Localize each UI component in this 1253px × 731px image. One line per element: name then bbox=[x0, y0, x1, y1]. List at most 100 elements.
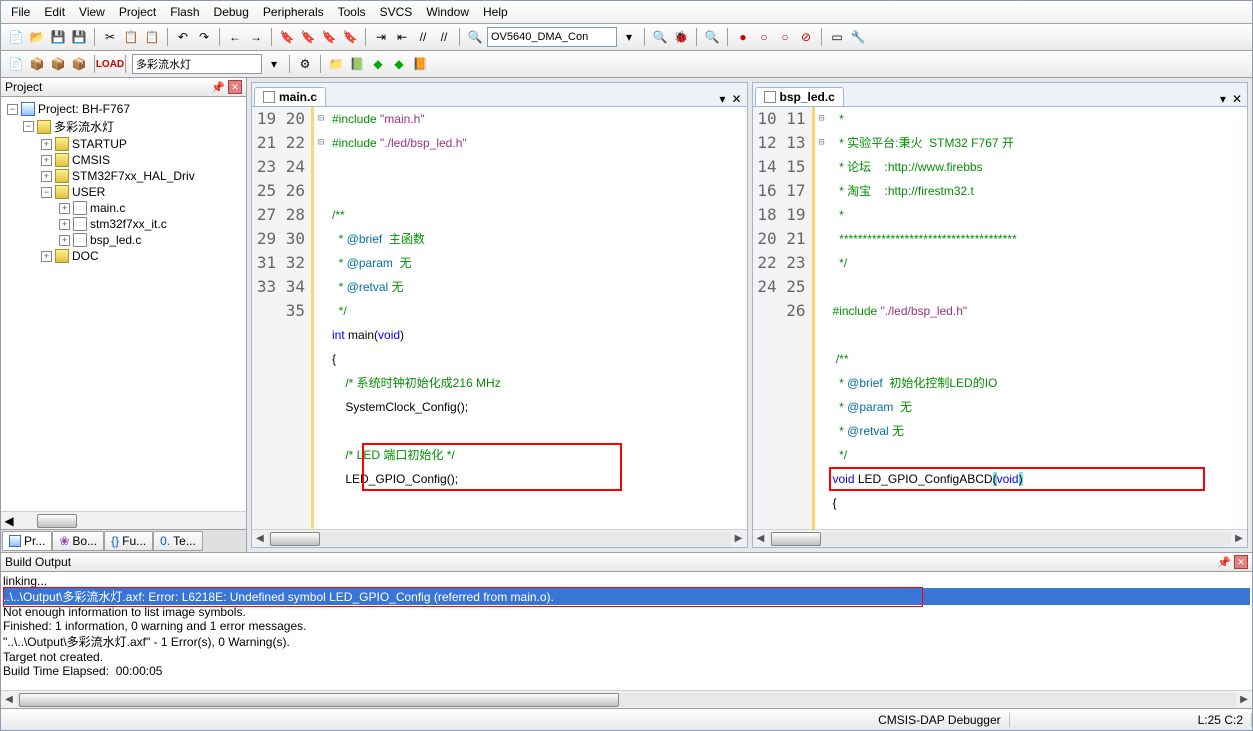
editor-right-hscroll[interactable]: ◀▶ bbox=[753, 529, 1248, 547]
config-icon[interactable]: 📙 bbox=[411, 55, 429, 73]
translate-icon[interactable]: 📄 bbox=[7, 55, 25, 73]
group-cmsis[interactable]: +CMSIS bbox=[5, 152, 242, 168]
breakpoint-enable-icon[interactable]: ○ bbox=[755, 28, 773, 46]
bookmark-prev-icon[interactable]: 🔖 bbox=[299, 28, 317, 46]
pin-icon[interactable]: 📌 bbox=[1217, 556, 1231, 569]
build-hscroll[interactable]: ◀▶ bbox=[1, 690, 1252, 708]
build-icon[interactable]: 📦 bbox=[28, 55, 46, 73]
main-toolbar: 📄 📂 💾 💾 ✂ 📋 📋 ↶ ↷ ← → 🔖 🔖 🔖 🔖 ⇥ ⇤ // // … bbox=[1, 24, 1252, 51]
menu-debug[interactable]: Debug bbox=[214, 5, 249, 19]
build-line[interactable]: "..\..\Output\多彩流水灯.axf" - 1 Error(s), 0… bbox=[3, 633, 1250, 650]
zoom-icon[interactable]: 🔍 bbox=[703, 28, 721, 46]
close-panel-icon[interactable]: ✕ bbox=[228, 80, 242, 94]
editor-right-tab[interactable]: bsp_led.c bbox=[755, 87, 844, 106]
indent-icon[interactable]: ⇥ bbox=[372, 28, 390, 46]
build-line[interactable]: Build Time Elapsed: 00:00:05 bbox=[3, 664, 1250, 678]
rebuild-icon[interactable]: 📦 bbox=[49, 55, 67, 73]
target-dropdown-icon[interactable]: ▾ bbox=[265, 55, 283, 73]
undo-icon[interactable]: ↶ bbox=[174, 28, 192, 46]
tab-books[interactable]: ❀Bo... bbox=[52, 531, 104, 551]
build-line[interactable]: Finished: 1 information, 0 warning and 1… bbox=[3, 619, 1250, 633]
menu-view[interactable]: View bbox=[79, 5, 105, 19]
pack-icon[interactable]: ◆ bbox=[369, 55, 387, 73]
dropdown-icon[interactable]: ▾ bbox=[620, 28, 638, 46]
editor-left-hscroll[interactable]: ◀▶ bbox=[252, 529, 747, 547]
cut-icon[interactable]: ✂ bbox=[101, 28, 119, 46]
close-panel-icon[interactable]: ✕ bbox=[1234, 555, 1248, 569]
menu-window[interactable]: Window bbox=[426, 5, 469, 19]
copy-icon[interactable]: 📋 bbox=[122, 28, 140, 46]
build-line[interactable]: ..\..\Output\多彩流水灯.axf: Error: L6218E: U… bbox=[3, 588, 1250, 605]
group-user[interactable]: −USER bbox=[5, 184, 242, 200]
build-panel-header: Build Output 📌 ✕ bbox=[1, 553, 1252, 572]
menu-help[interactable]: Help bbox=[483, 5, 508, 19]
find-in-files-icon[interactable]: 🔍 bbox=[651, 28, 669, 46]
paste-icon[interactable]: 📋 bbox=[143, 28, 161, 46]
menu-peripherals[interactable]: Peripherals bbox=[263, 5, 324, 19]
download-icon[interactable]: LOAD bbox=[101, 55, 119, 73]
editor-dropdown-icon[interactable]: ▾ bbox=[716, 92, 728, 106]
pin-icon[interactable]: 📌 bbox=[211, 81, 225, 94]
group-startup[interactable]: +STARTUP bbox=[5, 136, 242, 152]
comment-icon[interactable]: // bbox=[414, 28, 432, 46]
target-combo[interactable] bbox=[132, 54, 262, 74]
editor-right-code[interactable]: 10 11 12 13 14 15 16 17 18 19 20 21 22 2… bbox=[753, 107, 1248, 529]
file-bspled[interactable]: +bsp_led.c bbox=[5, 232, 242, 248]
editor-left-code[interactable]: 19 20 21 22 23 24 25 26 27 28 29 30 31 3… bbox=[252, 107, 747, 529]
group-hal[interactable]: +STM32F7xx_HAL_Driv bbox=[5, 168, 242, 184]
editor-dropdown-icon[interactable]: ▾ bbox=[1217, 92, 1229, 106]
tab-templates[interactable]: 0.Te... bbox=[153, 531, 203, 551]
breakpoint-insert-icon[interactable]: ● bbox=[734, 28, 752, 46]
breakpoint-disable-icon[interactable]: ○ bbox=[776, 28, 794, 46]
open-icon[interactable]: 📂 bbox=[28, 28, 46, 46]
window-icon[interactable]: ▭ bbox=[828, 28, 846, 46]
menu-file[interactable]: File bbox=[11, 5, 30, 19]
bookmark-icon[interactable]: 🔖 bbox=[278, 28, 296, 46]
outdent-icon[interactable]: ⇤ bbox=[393, 28, 411, 46]
editor-left-tab[interactable]: main.c bbox=[254, 87, 326, 106]
menu-tools[interactable]: Tools bbox=[338, 5, 366, 19]
save-icon[interactable]: 💾 bbox=[49, 28, 67, 46]
batch-build-icon[interactable]: 📦 bbox=[70, 55, 88, 73]
uncomment-icon[interactable]: // bbox=[435, 28, 453, 46]
workspace: Project 📌 ✕ −Project: BH-F767 −多彩流水灯 +ST… bbox=[1, 78, 1252, 552]
rte-icon[interactable]: ◆ bbox=[390, 55, 408, 73]
project-root[interactable]: −Project: BH-F767 bbox=[5, 101, 242, 117]
file-it[interactable]: +stm32f7xx_it.c bbox=[5, 216, 242, 232]
tree-hscroll[interactable]: ◀ bbox=[1, 511, 246, 529]
nav-fwd-icon[interactable]: → bbox=[247, 28, 265, 46]
target-options-icon[interactable]: ⚙ bbox=[296, 55, 314, 73]
menu-edit[interactable]: Edit bbox=[44, 5, 65, 19]
menu-flash[interactable]: Flash bbox=[170, 5, 199, 19]
redo-icon[interactable]: ↷ bbox=[195, 28, 213, 46]
build-panel-title: Build Output bbox=[5, 555, 71, 569]
menu-svcs[interactable]: SVCS bbox=[380, 5, 413, 19]
find-icon[interactable]: 🔍 bbox=[466, 28, 484, 46]
find-combo[interactable] bbox=[487, 27, 617, 47]
saveall-icon[interactable]: 💾 bbox=[70, 28, 88, 46]
editor-close-icon[interactable]: ✕ bbox=[728, 92, 744, 106]
file-main[interactable]: +main.c bbox=[5, 200, 242, 216]
bookmark-next-icon[interactable]: 🔖 bbox=[320, 28, 338, 46]
build-line[interactable]: linking... bbox=[3, 574, 1250, 588]
project-tree[interactable]: −Project: BH-F767 −多彩流水灯 +STARTUP +CMSIS… bbox=[1, 97, 246, 511]
debug-icon[interactable]: 🐞 bbox=[672, 28, 690, 46]
build-output[interactable]: linking.....\..\Output\多彩流水灯.axf: Error:… bbox=[1, 572, 1252, 690]
tab-project[interactable]: Pr... bbox=[2, 531, 52, 551]
editor-close-icon[interactable]: ✕ bbox=[1229, 92, 1245, 106]
breakpoint-kill-icon[interactable]: ⊘ bbox=[797, 28, 815, 46]
manage-icon[interactable]: 📗 bbox=[348, 55, 366, 73]
group-doc[interactable]: +DOC bbox=[5, 248, 242, 264]
menu-project[interactable]: Project bbox=[119, 5, 156, 19]
new-icon[interactable]: 📄 bbox=[7, 28, 25, 46]
build-line[interactable]: Target not created. bbox=[3, 650, 1250, 664]
target-node[interactable]: −多彩流水灯 bbox=[5, 117, 242, 136]
file-ext-icon[interactable]: 📁 bbox=[327, 55, 345, 73]
build-toolbar: 📄 📦 📦 📦 LOAD ▾ ⚙ 📁 📗 ◆ ◆ 📙 bbox=[1, 51, 1252, 78]
toolbox-icon[interactable]: 🔧 bbox=[849, 28, 867, 46]
bookmark-clear-icon[interactable]: 🔖 bbox=[341, 28, 359, 46]
editor-right: bsp_led.c ▾ ✕ 10 11 12 13 14 15 16 17 18… bbox=[752, 82, 1249, 548]
nav-back-icon[interactable]: ← bbox=[226, 28, 244, 46]
build-line[interactable]: Not enough information to list image sym… bbox=[3, 605, 1250, 619]
tab-functions[interactable]: {}Fu... bbox=[104, 531, 153, 551]
